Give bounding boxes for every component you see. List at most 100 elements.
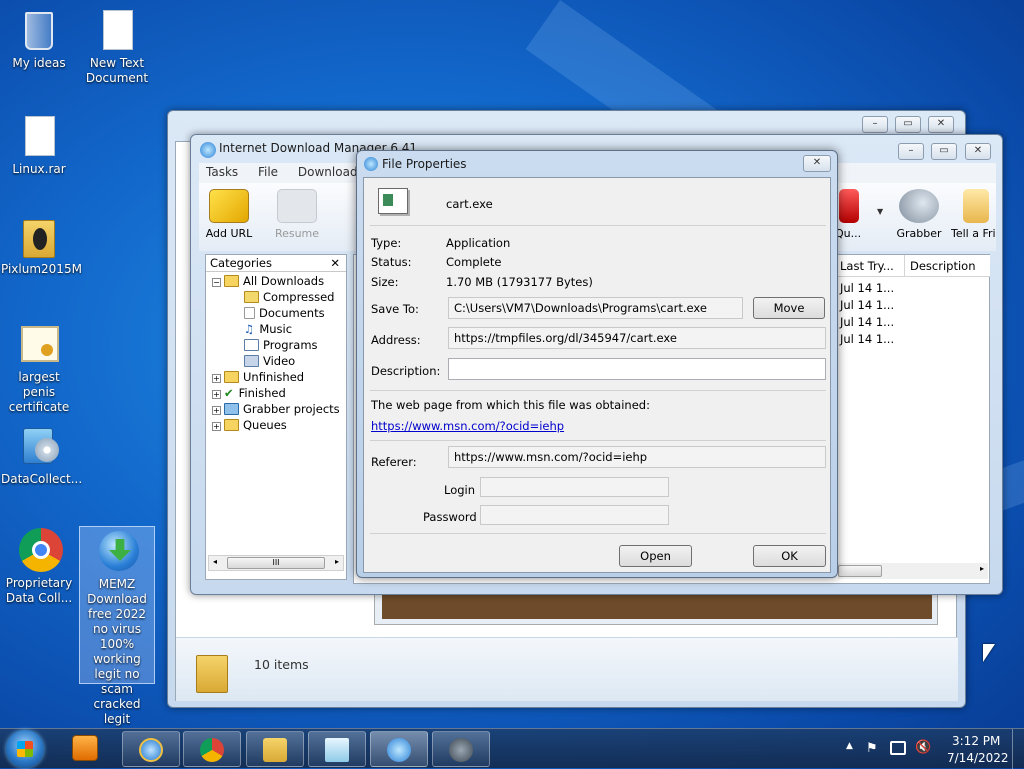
- queues-folder-icon: [224, 419, 239, 431]
- item-count: 10 items: [254, 657, 309, 672]
- tree-queues[interactable]: + Queues: [212, 417, 346, 433]
- desktop-icon-label: DataCollect...: [1, 472, 83, 486]
- dialog-body: cart.exe Type: Application Status: Compl…: [363, 177, 831, 573]
- start-button[interactable]: [6, 730, 44, 768]
- move-button[interactable]: Move: [753, 297, 825, 319]
- action-center-flag-icon[interactable]: ⚑: [866, 741, 878, 756]
- dialog-app-icon: [364, 157, 378, 171]
- list-rows: Jul 14 1... Jul 14 1... Jul 14 1... Jul …: [840, 280, 894, 348]
- tree-music[interactable]: ♫ Music: [212, 321, 346, 337]
- login-label: Login: [444, 483, 476, 497]
- show-hidden-icons[interactable]: ▲: [846, 741, 853, 751]
- login-field[interactable]: [480, 477, 669, 497]
- table-row[interactable]: Jul 14 1...: [840, 314, 894, 331]
- menu-tasks[interactable]: Tasks: [206, 165, 238, 179]
- minimize-button[interactable]: –: [898, 143, 924, 160]
- tell-a-friend-button[interactable]: Tell a Fri: [951, 189, 1001, 240]
- ie-icon: [139, 738, 163, 762]
- tree-grabber-projects[interactable]: + Grabber projects: [212, 401, 346, 417]
- taskbar-notepad[interactable]: [308, 731, 366, 767]
- queues-icon: [839, 189, 859, 223]
- tree-video[interactable]: Video: [212, 353, 346, 369]
- close-categories-icon[interactable]: ✕: [330, 255, 340, 271]
- resume-button[interactable]: Resume: [269, 189, 325, 240]
- taskbar-chrome[interactable]: [183, 731, 241, 767]
- open-button[interactable]: Open: [619, 545, 692, 567]
- taskbar-flash[interactable]: [432, 731, 490, 767]
- clock-date[interactable]: 7/14/2022: [947, 751, 1009, 765]
- exe-file-icon: [378, 188, 408, 214]
- mouse-cursor: [983, 644, 995, 662]
- taskbar: ▲ ⚑ 🔇 3:12 PM 7/14/2022: [0, 728, 1024, 769]
- add-url-button[interactable]: Add URL: [201, 189, 257, 240]
- close-button[interactable]: ✕: [928, 116, 954, 133]
- referer-field[interactable]: https://www.msn.com/?ocid=iehp: [448, 446, 826, 468]
- menu-file[interactable]: File: [258, 165, 278, 179]
- password-field[interactable]: [480, 505, 669, 525]
- table-row[interactable]: Jul 14 1...: [840, 280, 894, 297]
- close-button[interactable]: ✕: [965, 143, 991, 160]
- taskbar-idm[interactable]: [370, 731, 428, 767]
- grabber-button[interactable]: Grabber: [891, 189, 947, 240]
- desktop-icon-recycle-bin[interactable]: My ideas: [1, 8, 77, 71]
- horizontal-scrollbar[interactable]: ◂ III ▸: [208, 555, 344, 571]
- chrome-icon: [200, 738, 224, 762]
- desktop-icon-datacollect[interactable]: DataCollect...: [1, 424, 83, 487]
- dialog-close-button[interactable]: ✕: [803, 155, 831, 172]
- scroll-right-icon[interactable]: ▸: [335, 557, 339, 566]
- tree-all-downloads[interactable]: − All Downloads: [212, 273, 346, 289]
- scroll-right-icon[interactable]: ▸: [980, 564, 984, 573]
- tree-compressed[interactable]: Compressed: [212, 289, 346, 305]
- table-row[interactable]: Jul 14 1...: [840, 297, 894, 314]
- flash-icon: [449, 738, 473, 762]
- taskbar-media-player[interactable]: [72, 735, 102, 763]
- compressed-icon: [244, 291, 259, 303]
- tree-finished[interactable]: + ✔ Finished: [212, 385, 346, 401]
- maximize-button[interactable]: ▭: [931, 143, 957, 160]
- size-value: 1.70 MB (1793177 Bytes): [446, 275, 593, 289]
- menu-downloads[interactable]: Downloads: [298, 165, 364, 179]
- col-description[interactable]: Description: [904, 255, 976, 277]
- col-last-try[interactable]: Last Try...: [840, 255, 894, 277]
- network-icon[interactable]: [890, 741, 906, 755]
- desktop-icon-certificate[interactable]: largest penis certificate: [1, 322, 77, 415]
- idm-icon: [97, 529, 139, 573]
- media-player-icon: [72, 735, 98, 761]
- taskbar-explorer[interactable]: [246, 731, 304, 767]
- volume-muted-icon[interactable]: 🔇: [915, 740, 931, 755]
- scroll-thumb[interactable]: III: [227, 557, 325, 569]
- scroll-thumb[interactable]: [838, 565, 882, 577]
- taskbar-internet-explorer[interactable]: [122, 731, 180, 767]
- show-desktop-button[interactable]: [1012, 729, 1024, 769]
- tell-a-friend-icon: [963, 189, 989, 223]
- desktop-icon-memz[interactable]: MEMZ Download free 2022 no virus 100% wo…: [79, 526, 155, 726]
- tree-documents[interactable]: Documents: [212, 305, 346, 321]
- table-row[interactable]: Jul 14 1...: [840, 331, 894, 348]
- categories-panel[interactable]: Categories ✕ − All Downloads Compressed D…: [205, 254, 347, 580]
- tree-programs[interactable]: Programs: [212, 337, 346, 353]
- address-field[interactable]: https://tmpfiles.org/dl/345947/cart.exe: [448, 327, 826, 349]
- status-label: Status:: [371, 255, 412, 269]
- desktop-icon-label: New Text Document: [85, 56, 149, 85]
- referer-label: Referer:: [371, 455, 417, 469]
- recycle-bin-icon: [19, 8, 59, 52]
- save-to-field[interactable]: C:\Users\VM7\Downloads\Programs\cart.exe: [448, 297, 743, 319]
- desktop-icon-new-text-document[interactable]: New Text Document: [79, 8, 155, 86]
- webpage-link[interactable]: https://www.msn.com/?ocid=iehp: [371, 419, 564, 433]
- tree-unfinished[interactable]: + Unfinished: [212, 369, 346, 385]
- desktop-icon-label: MEMZ Download free 2022 no virus 100% wo…: [87, 577, 147, 726]
- scroll-left-icon[interactable]: ◂: [213, 557, 217, 566]
- minimize-button[interactable]: –: [862, 116, 888, 133]
- file-properties-dialog[interactable]: File Properties ✕ cart.exe Type: Applica…: [356, 150, 838, 578]
- description-field[interactable]: [448, 358, 826, 380]
- ok-button[interactable]: OK: [753, 545, 826, 567]
- queues-dropdown-icon[interactable]: ▼: [877, 207, 883, 216]
- desktop-icon-pixlum[interactable]: Pixlum2015M: [1, 214, 82, 277]
- windows-logo-icon: [17, 741, 33, 757]
- desktop-icon-proprietary-data[interactable]: Proprietary Data Coll...: [1, 528, 77, 606]
- maximize-button[interactable]: ▭: [895, 116, 921, 133]
- clock-time[interactable]: 3:12 PM: [952, 734, 1000, 748]
- desktop-icon-linux-rar[interactable]: Linux.rar: [1, 114, 77, 177]
- idm-app-icon: [200, 142, 216, 158]
- list-scrollbar[interactable]: ▸: [838, 563, 988, 579]
